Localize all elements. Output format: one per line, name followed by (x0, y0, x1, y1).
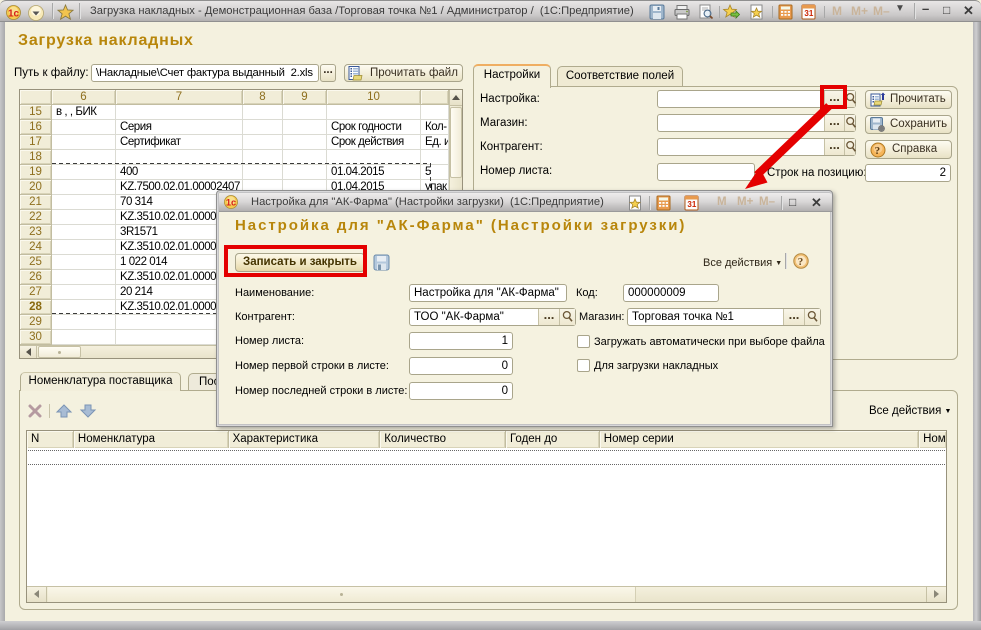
svg-text:?: ? (875, 145, 881, 157)
svg-text:1с: 1с (8, 9, 20, 20)
svg-text:31: 31 (804, 9, 813, 18)
svg-text:1с: 1с (226, 198, 236, 208)
svg-text:?: ? (798, 256, 804, 268)
svg-text:31: 31 (687, 200, 696, 209)
